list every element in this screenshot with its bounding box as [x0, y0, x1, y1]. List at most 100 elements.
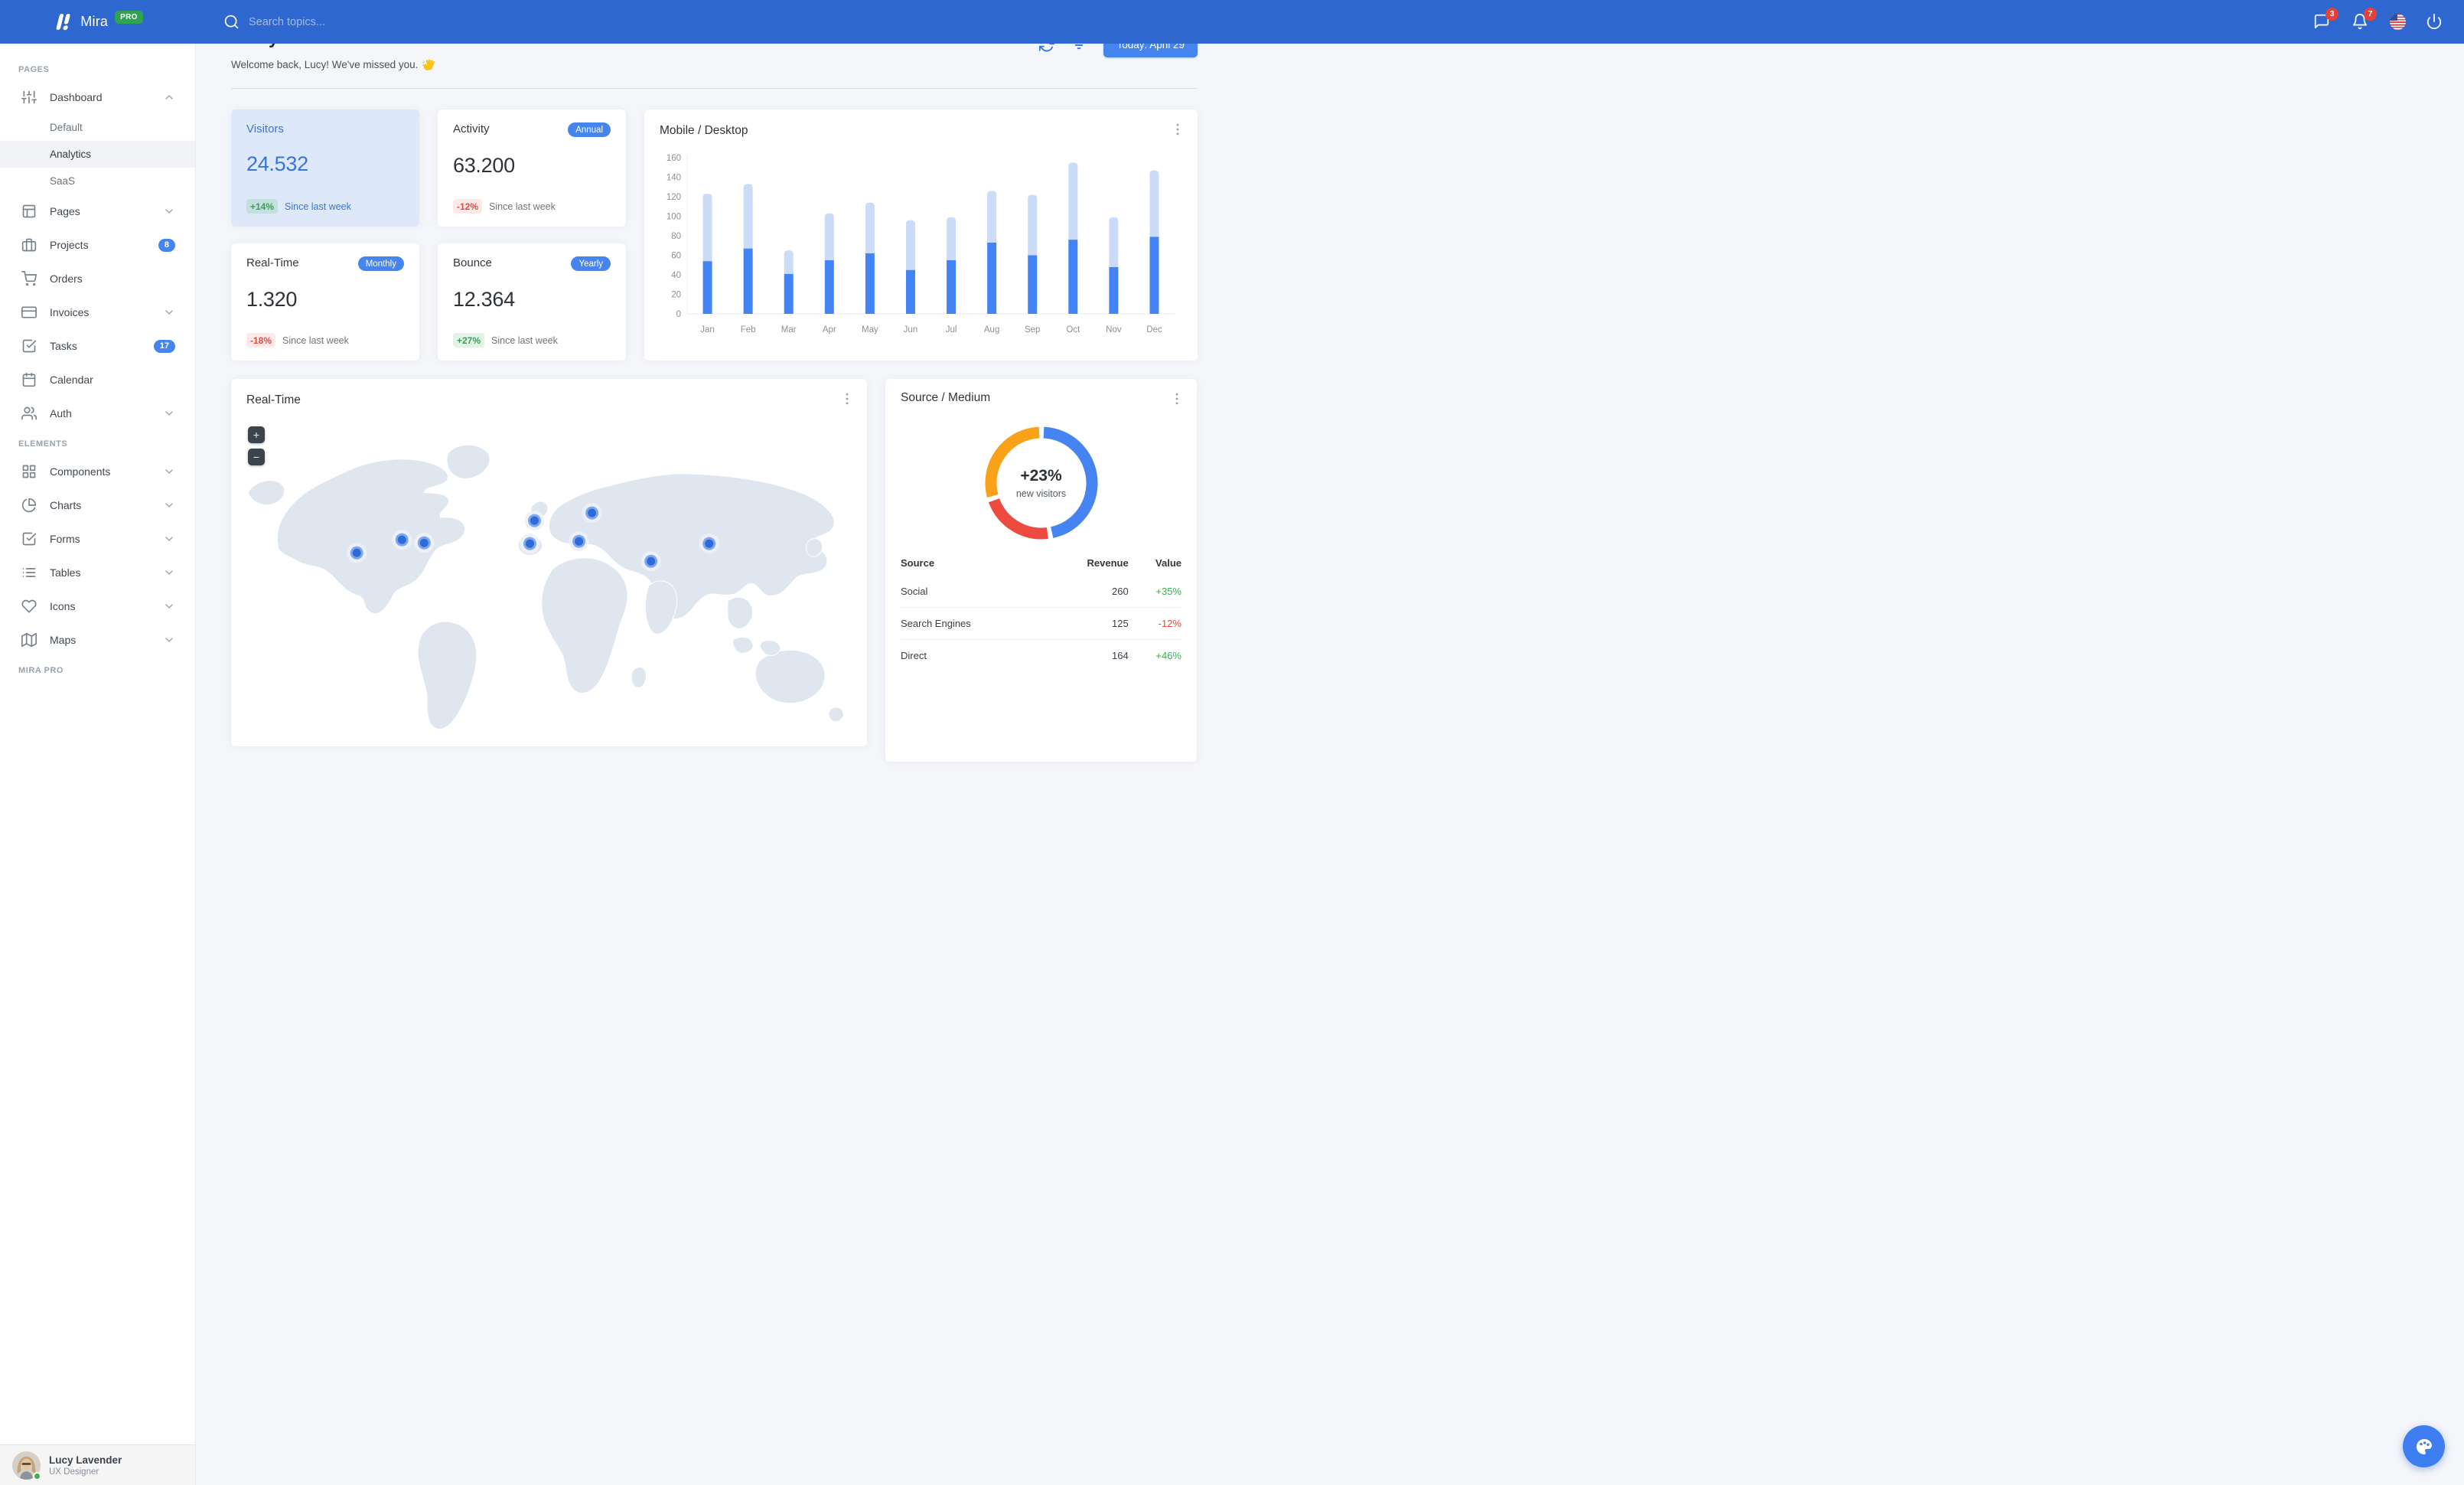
map-landmass — [805, 538, 823, 557]
source-row-social: Social 260 +35% — [901, 576, 1181, 608]
logout-button[interactable] — [2426, 13, 2444, 31]
sidebar: Pages Dashboard Default Analytics SaaS Pages P… — [0, 44, 196, 1485]
source-cell: Social — [901, 586, 928, 597]
sidebar-item-label: Dashboard — [50, 91, 103, 103]
sidebar-item-calendar[interactable]: Calendar — [0, 363, 195, 397]
svg-text:20: 20 — [671, 291, 681, 300]
sidebar-item-label: Invoices — [50, 306, 90, 318]
map-landmass — [828, 707, 844, 723]
stat-card-real-time: Real-Time Monthly 1.320 -18% Since last … — [231, 243, 419, 361]
map-visitor-marker[interactable] — [524, 511, 545, 531]
sidebar-subitem-analytics[interactable]: Analytics — [0, 141, 195, 168]
col-source: Source — [901, 557, 935, 569]
source-medium-title: Source / Medium — [901, 391, 991, 404]
svg-text:May: May — [862, 325, 878, 335]
sidebar-item-tasks[interactable]: Tasks 17 — [0, 329, 195, 363]
value-cell: -12% — [1128, 607, 1181, 640]
svg-text:Jan: Jan — [700, 325, 715, 335]
sidebar-item-label: Projects — [50, 239, 89, 251]
sidebar-item-invoices[interactable]: Invoices — [0, 295, 195, 329]
svg-text:40: 40 — [671, 271, 681, 280]
sidebar-item-maps[interactable]: Maps — [0, 623, 195, 657]
value-cell: +46% — [1128, 639, 1181, 671]
sidebar-item-projects[interactable]: Projects 8 — [0, 228, 195, 262]
stat-note: Since last week — [489, 201, 556, 212]
sidebar-section-mira-pro: Mira Pro — [18, 666, 64, 675]
stat-card-activity: Activity Annual 63.200 -12% Since last w… — [438, 109, 626, 227]
map-visitor-marker[interactable] — [569, 531, 589, 552]
map-landmass — [727, 596, 754, 629]
us-flag-icon[interactable] — [2390, 14, 2406, 30]
chevron-down-icon — [165, 310, 173, 315]
value-cell: +35% — [1155, 586, 1181, 597]
map-landmass — [755, 649, 826, 704]
sidebar-item-tables[interactable]: Tables — [0, 556, 195, 589]
brand[interactable]: Mira PRO — [0, 11, 196, 32]
theme-settings-fab[interactable] — [2403, 1425, 2445, 1467]
sidebar-user-footer[interactable]: Lucy Lavender UX Designer — [0, 1444, 195, 1485]
sidebar-item-label: Charts — [50, 499, 82, 511]
svg-text:60: 60 — [671, 252, 681, 261]
col-revenue: Revenue — [1087, 557, 1129, 569]
sidebar-item-components[interactable]: Components — [0, 455, 195, 488]
messages-button[interactable]: 3 — [2313, 7, 2339, 31]
map-visitor-marker[interactable] — [392, 530, 412, 550]
map-landmass — [631, 666, 647, 688]
stat-period-badge[interactable]: Annual — [568, 122, 611, 137]
world-map[interactable]: + − — [231, 419, 867, 746]
map-visitor-marker[interactable] — [699, 534, 719, 554]
sidebar-item-label: Components — [50, 465, 111, 478]
waving-hand-emoji — [422, 59, 435, 70]
card-menu-button[interactable] — [839, 391, 855, 406]
map-visitor-marker[interactable] — [640, 551, 661, 572]
notifications-count-badge: 7 — [2364, 7, 2377, 21]
map-landmass — [541, 557, 628, 694]
card-menu-button[interactable] — [1170, 122, 1185, 137]
stat-period-badge[interactable]: Yearly — [571, 256, 611, 271]
map-zoom-out-button[interactable]: − — [248, 449, 265, 465]
sidebar-item-forms[interactable]: Forms — [0, 522, 195, 556]
col-value: Value — [1155, 557, 1181, 569]
sidebar-item-label: Auth — [50, 407, 72, 419]
stat-delta-badge: -12% — [453, 199, 483, 214]
stat-value: 63.200 — [453, 154, 515, 177]
map-visitor-marker[interactable] — [347, 543, 367, 563]
stat-title: Real-Time — [246, 256, 299, 269]
revenue-cell: 260 — [1112, 586, 1129, 597]
stat-card-bounce: Bounce Yearly 12.364 +27% Since last wee… — [438, 243, 626, 361]
svg-text:80: 80 — [671, 232, 681, 241]
sidebar-item-charts[interactable]: Charts — [0, 488, 195, 522]
sidebar-item-icons[interactable]: Icons — [0, 589, 195, 623]
sidebar-item-auth[interactable]: Auth — [0, 397, 195, 430]
source-table: Source Revenue Value Social 260 +35% Sear… — [901, 550, 1181, 671]
stat-note: Since last week — [491, 335, 558, 346]
messages-count-badge: 3 — [2325, 7, 2339, 21]
map-visitor-marker[interactable] — [414, 533, 435, 553]
sidebar-item-label: Icons — [50, 600, 76, 612]
sidebar-item-pages[interactable]: Pages — [0, 194, 195, 228]
stat-period-badge[interactable]: Monthly — [357, 256, 404, 271]
palette-icon — [2416, 1438, 2432, 1454]
notifications-button[interactable]: 7 — [2352, 7, 2377, 31]
map-zoom-in-button[interactable]: + — [248, 426, 265, 443]
realtime-title: Real-Time — [246, 393, 301, 406]
search-input[interactable] — [249, 15, 478, 28]
power-icon — [2427, 13, 2442, 29]
chevron-down-icon — [165, 604, 173, 609]
sidebar-item-orders[interactable]: Orders — [0, 262, 195, 295]
stat-delta-badge: +27% — [453, 333, 485, 348]
grid-icon — [22, 465, 36, 478]
chevron-down-icon — [165, 209, 173, 214]
svg-text:Dec: Dec — [1146, 325, 1162, 335]
chevron-down-icon — [165, 411, 173, 416]
check-square-icon — [22, 339, 37, 353]
pro-badge: PRO — [115, 11, 143, 24]
map-visitor-marker[interactable] — [520, 534, 540, 554]
more-vertical-icon — [846, 393, 849, 405]
map-visitor-marker[interactable] — [582, 503, 602, 524]
sidebar-subitem-default[interactable]: Default — [0, 114, 195, 141]
card-menu-button[interactable] — [1169, 391, 1185, 406]
sidebar-item-dashboard[interactable]: Dashboard — [0, 80, 195, 114]
sidebar-item-label: Pages — [50, 205, 80, 217]
sidebar-subitem-saas[interactable]: SaaS — [0, 168, 195, 194]
